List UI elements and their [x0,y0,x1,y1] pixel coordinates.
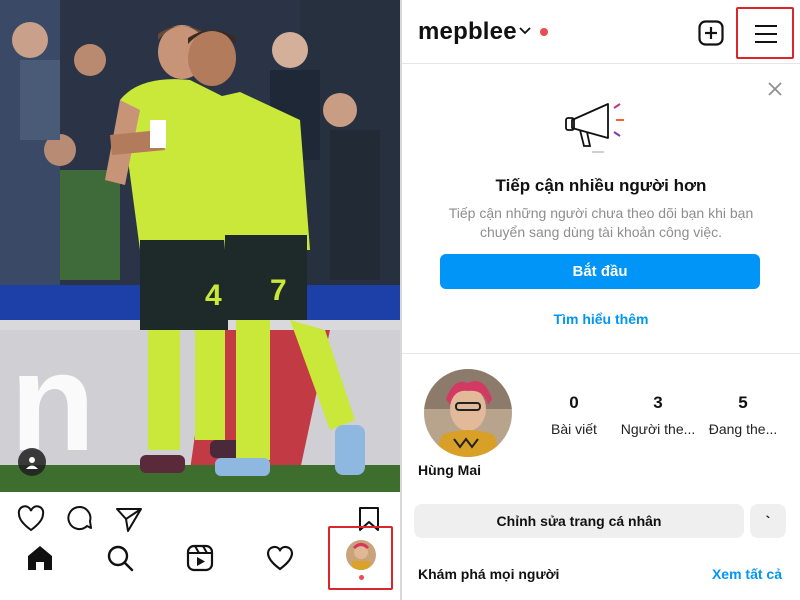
search-icon[interactable] [104,542,136,574]
close-icon[interactable] [766,80,784,98]
profile-panel: mepblee Tiếp cận nhiều người hơn Tiếp cậ… [402,0,800,600]
svg-text:7: 7 [270,274,287,307]
notification-dot [359,575,364,580]
discover-toggle-button[interactable]: ` [750,504,786,538]
chevron-down-icon[interactable] [518,24,532,38]
feed-panel: n 4 7 [0,0,400,600]
heart-icon[interactable] [264,542,296,574]
hamburger-menu-icon[interactable] [736,7,794,59]
paper-plane-icon[interactable] [114,504,144,534]
discover-people-heading: Khám phá mọi người [418,566,560,582]
home-icon[interactable] [24,542,56,574]
profile-tab[interactable] [328,526,393,590]
edit-profile-button[interactable]: Chỉnh sửa trang cá nhân [414,504,744,538]
account-notification-dot [540,28,548,36]
tagged-people-icon[interactable] [18,448,46,476]
post-photo[interactable]: n 4 7 [0,0,400,492]
heart-outline-icon[interactable] [16,504,46,534]
learn-more-link[interactable]: Tìm hiểu thêm [402,311,800,327]
reels-icon[interactable] [184,542,216,574]
promo-title: Tiếp cận nhiều người hơn [495,176,707,195]
get-started-button[interactable]: Bắt đầu [440,254,760,289]
comment-icon[interactable] [65,504,95,534]
professional-account-promo: Tiếp cận nhiều người hơn Tiếp cận những … [402,64,800,354]
username[interactable]: mepblee [418,18,517,46]
profile-header: mepblee [402,0,800,64]
promo-description: Tiếp cận những người chưa theo dõi bạn k… [448,205,754,240]
stat-following[interactable]: 5 Đang the... [693,393,793,437]
svg-text:4: 4 [205,279,222,312]
plus-square-icon[interactable] [698,20,724,46]
stat-value: 5 [738,393,748,412]
stat-label: Đang the... [708,421,778,437]
see-all-link[interactable]: Xem tất cả [712,566,782,582]
profile-info: 0 Bài viết 3 Người the... 5 Đang the... … [402,355,800,600]
megaphone-icon [564,94,634,154]
profile-avatar-icon [346,540,376,570]
avatar[interactable] [424,369,512,457]
profile-name: Hùng Mai [418,462,481,478]
